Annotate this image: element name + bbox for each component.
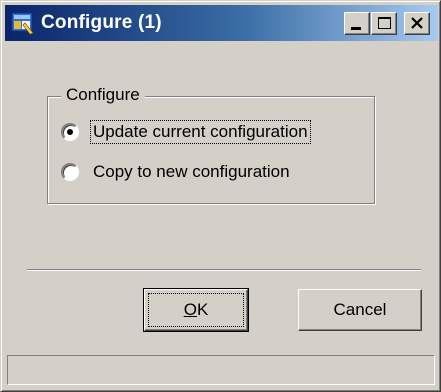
configure-groupbox [47, 96, 375, 204]
radio-copy-new[interactable]: Copy to new configuration [61, 160, 290, 184]
focus-rect [148, 293, 244, 327]
title-bar[interactable]: Configure (1) [5, 5, 438, 41]
radio-label-copy[interactable]: Copy to new configuration [93, 161, 290, 183]
radio-button-selected[interactable] [61, 123, 79, 141]
radio-update-current[interactable]: Update current configuration [61, 120, 311, 144]
close-icon [411, 17, 423, 29]
close-button[interactable] [404, 12, 430, 35]
separator [27, 269, 421, 271]
minimize-button[interactable] [344, 12, 370, 35]
maximize-button[interactable] [371, 12, 397, 35]
status-bar [7, 355, 435, 385]
minimize-icon [351, 27, 361, 30]
cancel-button[interactable]: Cancel [298, 289, 422, 331]
group-legend: Configure [61, 85, 145, 105]
app-icon [11, 11, 35, 35]
ok-button[interactable]: OK [143, 288, 249, 332]
maximize-icon [378, 17, 391, 29]
radio-dot [67, 129, 73, 135]
window-title: Configure (1) [41, 12, 162, 33]
radio-label-update[interactable]: Update current configuration [90, 120, 311, 144]
cancel-label: Cancel [333, 300, 387, 319]
radio-button-unselected[interactable] [61, 163, 79, 181]
configure-dialog: Configure (1) Configure Update current c… [0, 0, 441, 392]
